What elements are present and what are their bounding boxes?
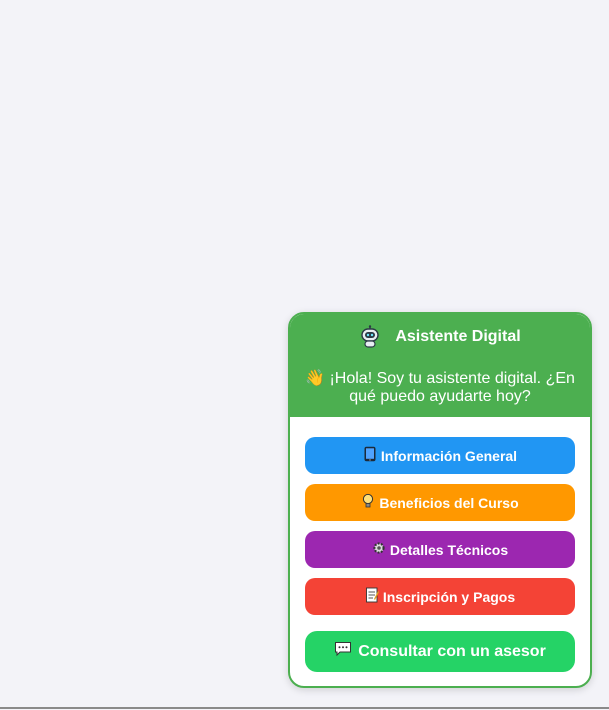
option-inscripcion-pagos-button[interactable]: Inscripción y Pagos (305, 578, 575, 615)
chat-options: Información General Beneficios del Curso… (290, 417, 590, 672)
waving-hand-icon: 👋 (305, 370, 325, 387)
memo-icon (365, 587, 379, 606)
option-label: Detalles Técnicos (389, 541, 509, 558)
lightbulb-icon (361, 493, 375, 512)
chat-greeting: 👋 ¡Hola! Soy tu asistente digital. ¿En q… (290, 370, 590, 406)
option-beneficios-button[interactable]: Beneficios del Curso (305, 484, 575, 521)
option-informacion-general-button[interactable]: Información General (305, 437, 575, 474)
robot-icon (359, 325, 381, 349)
option-label: Información General (380, 447, 518, 464)
consult-advisor-label: Consultar con un asesor (358, 642, 546, 660)
tablet-icon (363, 446, 377, 465)
gear-icon (372, 540, 386, 559)
consult-advisor-button[interactable]: Consultar con un asesor (305, 631, 575, 672)
option-label: Inscripción y Pagos (382, 588, 516, 605)
option-label: Beneficios del Curso (379, 494, 519, 511)
option-detalles-tecnicos-button[interactable]: Detalles Técnicos (305, 531, 575, 568)
chat-header: Asistente Digital 👋 ¡Hola! Soy tu asiste… (290, 314, 590, 417)
chat-greeting-text: ¡Hola! Soy tu asistente digital. ¿En qué… (329, 370, 575, 405)
chat-title: Asistente Digital (395, 328, 521, 345)
chat-widget: Asistente Digital 👋 ¡Hola! Soy tu asiste… (288, 312, 592, 688)
speech-bubble-icon (334, 641, 352, 662)
page-bottom-border (0, 707, 609, 709)
chat-title-row: Asistente Digital (290, 324, 590, 350)
